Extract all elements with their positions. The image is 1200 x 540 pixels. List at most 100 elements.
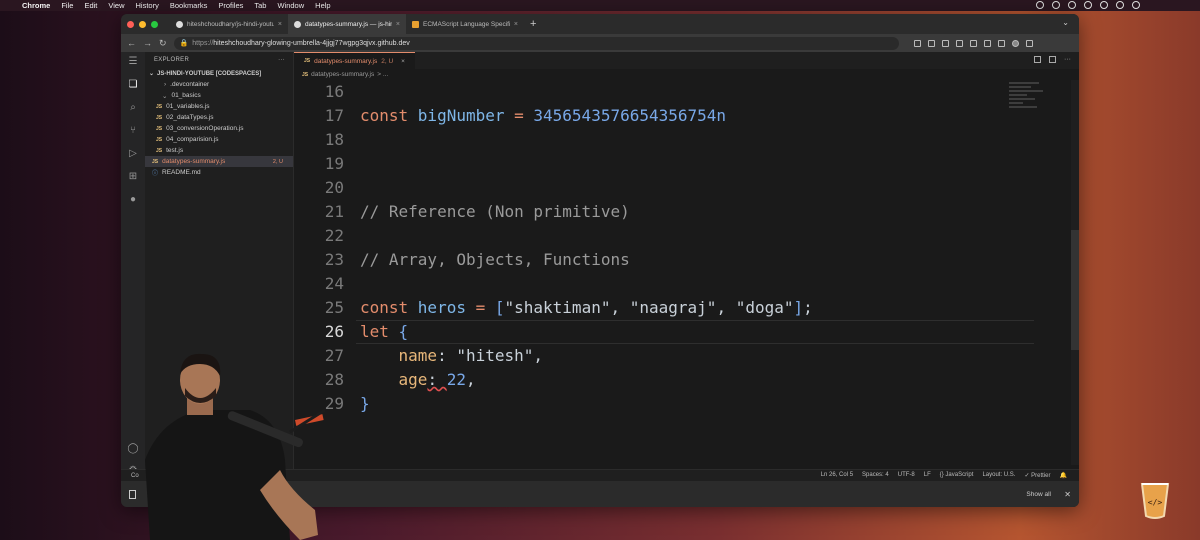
menu-tab[interactable]: Tab: [254, 1, 266, 10]
tree-file-04-comparision[interactable]: JS 04_comparision.js: [145, 134, 293, 145]
compare-icon[interactable]: [1034, 56, 1041, 63]
tree-file-test[interactable]: JS test.js: [145, 145, 293, 156]
browser-tab-codespace[interactable]: datatypes-summary.js — js-hindi ×: [288, 14, 406, 34]
close-tab-icon[interactable]: ×: [278, 21, 282, 28]
zoom-icon[interactable]: [941, 39, 949, 47]
menu-history[interactable]: History: [136, 1, 159, 10]
run-debug-icon[interactable]: ▷: [127, 148, 139, 160]
minimap[interactable]: [1009, 82, 1049, 122]
menu-file[interactable]: File: [61, 1, 73, 10]
tree-folder-01-basics[interactable]: ⌄ 01_basics: [145, 90, 293, 101]
code-line[interactable]: 25 const heros = ["shaktiman", "naagraj",…: [294, 296, 1034, 320]
more-menu-icon[interactable]: [1025, 39, 1033, 47]
file-icon[interactable]: [129, 489, 136, 499]
source-control-icon[interactable]: ⑂: [127, 125, 139, 137]
editor-scrollbar[interactable]: [1071, 80, 1079, 465]
scrollbar-thumb[interactable]: [1071, 230, 1079, 350]
close-icon[interactable]: ✕: [1064, 490, 1071, 499]
share-icon[interactable]: [927, 39, 935, 47]
menu-profiles[interactable]: Profiles: [218, 1, 243, 10]
tree-file-01-variables[interactable]: JS 01_variables.js: [145, 101, 293, 112]
menu-icon[interactable]: ☰: [127, 56, 139, 68]
breadcrumb-file[interactable]: datatypes-summary.js: [311, 71, 374, 78]
menu-help[interactable]: Help: [315, 1, 330, 10]
close-tab-icon[interactable]: ×: [514, 21, 518, 28]
play-icon[interactable]: [1068, 1, 1076, 9]
code-line[interactable]: 27 name: "hitesh",: [294, 344, 1034, 368]
status-indentation[interactable]: Spaces: 4: [862, 472, 889, 479]
status-cursor-position[interactable]: Ln 26, Col 5: [821, 472, 853, 479]
reload-icon[interactable]: ↻: [159, 38, 167, 49]
tree-file-02-datatypes[interactable]: JS 02_dataTypes.js: [145, 112, 293, 123]
status-encoding[interactable]: UTF-8: [898, 472, 915, 479]
code-line[interactable]: 22: [294, 224, 1034, 248]
menu-window[interactable]: Window: [277, 1, 304, 10]
battery-icon[interactable]: [1084, 1, 1092, 9]
code-line[interactable]: 23 // Array, Objects, Functions: [294, 248, 1034, 272]
menu-bookmarks[interactable]: Bookmarks: [170, 1, 208, 10]
record-icon[interactable]: [1036, 1, 1044, 9]
puzzle-icon[interactable]: [983, 39, 991, 47]
tree-item-label: test.js: [166, 147, 184, 154]
code-line[interactable]: 29}: [294, 392, 1034, 416]
close-tab-icon[interactable]: ×: [396, 21, 400, 28]
more-actions-icon[interactable]: ···: [1064, 56, 1071, 63]
files-icon[interactable]: ❏: [127, 79, 139, 91]
github-icon[interactable]: ●: [127, 194, 139, 206]
menu-app-name[interactable]: Chrome: [22, 1, 50, 10]
code-line[interactable]: 19: [294, 152, 1034, 176]
new-tab-button[interactable]: +: [530, 18, 536, 30]
control-center-icon[interactable]: [1132, 1, 1140, 9]
close-tab-icon[interactable]: ×: [401, 58, 405, 65]
close-window-button[interactable]: [127, 20, 134, 28]
back-arrow-icon[interactable]: ←: [127, 38, 136, 48]
tree-file-readme[interactable]: ⓘ README.md: [145, 167, 293, 178]
browser-tab-ecmascript[interactable]: ECMAScript Language Specification ×: [406, 14, 524, 34]
tree-file-datatypes-summary[interactable]: JS datatypes-summary.js 2, U: [145, 156, 293, 167]
code-line[interactable]: 20: [294, 176, 1034, 200]
browser-tab-github[interactable]: hiteshchoudhary/js-hindi-youtube ×: [170, 14, 288, 34]
tree-file-03-conversion[interactable]: JS 03_conversionOperation.js: [145, 123, 293, 134]
status-eol[interactable]: LF: [924, 472, 931, 479]
maximize-window-button[interactable]: [151, 20, 158, 28]
search-icon[interactable]: [1116, 1, 1124, 9]
code-text: let {: [352, 320, 408, 344]
sidepanel-icon[interactable]: [997, 39, 1005, 47]
breadcrumb-rest[interactable]: > ...: [377, 71, 388, 78]
wifi-icon[interactable]: [1100, 1, 1108, 9]
tab-search-chevron-icon[interactable]: ⌄: [1062, 18, 1069, 27]
profile-avatar[interactable]: [1011, 39, 1019, 47]
menu-edit[interactable]: Edit: [84, 1, 97, 10]
forward-arrow-icon[interactable]: →: [143, 38, 152, 48]
code-editor[interactable]: 16 17 const bigNumber = 345654357665435675…: [294, 80, 1034, 416]
extensions-icon[interactable]: ⊞: [127, 171, 139, 183]
code-line[interactable]: 28 age: 22,: [294, 368, 1034, 392]
minimize-window-button[interactable]: [139, 20, 146, 28]
status-codespaces[interactable]: Co: [131, 473, 139, 479]
code-line[interactable]: 16: [294, 80, 1034, 104]
code-line[interactable]: 26 let {: [294, 320, 1034, 344]
split-editor-icon[interactable]: [1049, 56, 1056, 63]
show-all-button[interactable]: Show all: [1026, 491, 1051, 498]
account-icon[interactable]: ◯: [127, 443, 139, 455]
editor-tab-datatypes-summary[interactable]: JS datatypes-summary.js 2, U ×: [294, 52, 415, 69]
video-icon[interactable]: [1052, 1, 1060, 9]
status-prettier[interactable]: ✓ Prettier: [1024, 472, 1050, 479]
status-language[interactable]: {} JavaScript: [940, 472, 974, 479]
bell-icon[interactable]: 🔔: [1060, 472, 1067, 479]
code-line[interactable]: 24: [294, 272, 1034, 296]
search-icon[interactable]: ⌕: [127, 102, 139, 114]
extension-icon[interactable]: [969, 39, 977, 47]
bookmark-star-icon[interactable]: [955, 39, 963, 47]
tree-folder-devcontainer[interactable]: › .devcontainer: [145, 79, 293, 90]
code-line[interactable]: 17 const bigNumber = 3456543576654356754n: [294, 104, 1034, 128]
status-layout[interactable]: Layout: U.S.: [982, 472, 1015, 479]
code-line[interactable]: 18: [294, 128, 1034, 152]
url-bar[interactable]: 🔒 https://hiteshchoudhary-glowing-umbrel…: [173, 36, 899, 50]
menu-view[interactable]: View: [108, 1, 124, 10]
more-actions-icon[interactable]: ···: [278, 57, 285, 63]
workspace-root[interactable]: ⌄ JS-HINDI-YOUTUBE [CODESPACES]: [145, 68, 293, 79]
code-line[interactable]: 21 // Reference (Non primitive): [294, 200, 1034, 224]
install-app-icon[interactable]: [913, 39, 921, 47]
